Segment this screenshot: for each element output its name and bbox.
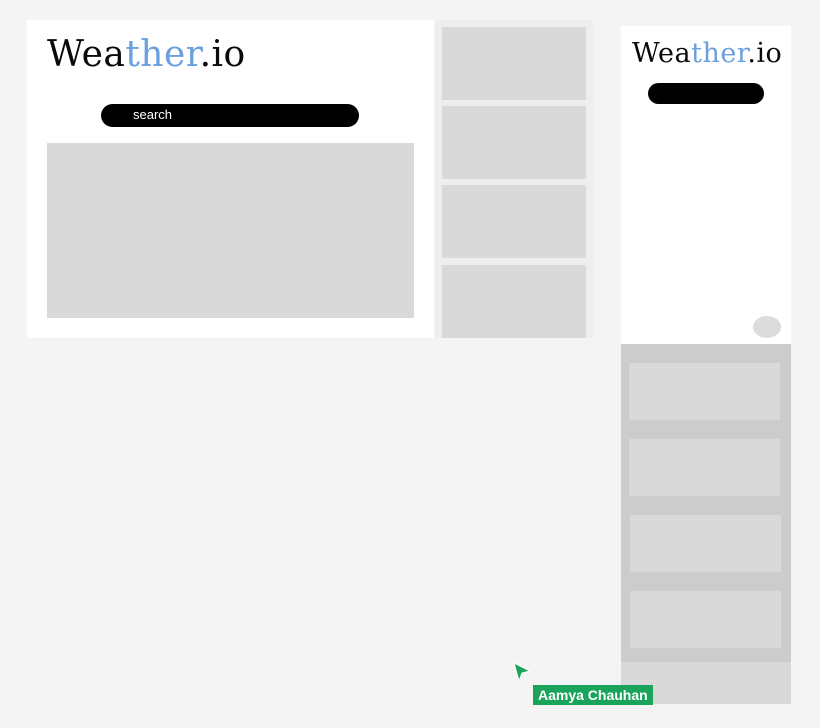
mobile-logo-accent: ther [691, 38, 748, 69]
desktop-side-column [435, 20, 593, 338]
desktop-logo: Weather.io [47, 34, 246, 75]
mobile-card-3 [630, 515, 781, 572]
mobile-card-1 [629, 363, 780, 420]
desktop-frame: Weather.io search [27, 20, 434, 338]
desktop-main-placeholder [47, 143, 414, 318]
collaborator-name-badge: Aamya Chauhan [533, 685, 653, 705]
logo-accent: ther [125, 34, 200, 75]
mobile-card-4 [630, 591, 781, 648]
mobile-search-bar[interactable] [648, 83, 764, 104]
mobile-frame: Weather.io [621, 26, 791, 344]
search-placeholder: search [133, 107, 173, 122]
mobile-circle-button[interactable] [753, 316, 781, 338]
desktop-search-bar[interactable]: search [101, 104, 359, 127]
mobile-card-2 [629, 439, 780, 496]
logo-part1: Wea [47, 34, 126, 75]
mobile-logo: Weather.io [632, 38, 782, 69]
side-card-1 [442, 27, 586, 100]
mobile-logo-part1: Wea [632, 38, 692, 69]
mobile-cards-panel [621, 344, 791, 662]
mobile-logo-part2: .io [747, 38, 783, 69]
logo-part2: .io [199, 34, 246, 75]
side-card-4 [442, 265, 586, 338]
side-card-3 [442, 185, 586, 258]
side-card-2 [442, 106, 586, 179]
cursor-icon [513, 662, 532, 683]
